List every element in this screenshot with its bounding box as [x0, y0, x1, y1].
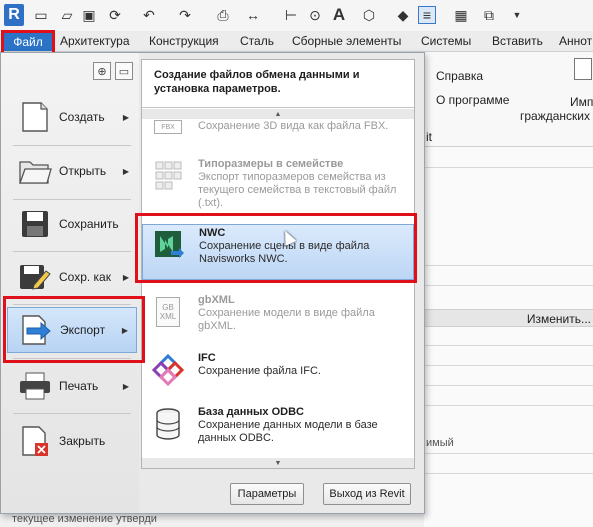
tab-structure[interactable]: Конструкция — [149, 34, 219, 48]
export-item-gbxml[interactable]: GB XML gbXML Сохранение модели в виде фай… — [142, 292, 414, 338]
open-folder-icon — [15, 155, 55, 187]
menu-item-save[interactable]: Сохранить — [7, 201, 137, 247]
tab-precast[interactable]: Сборные элементы — [292, 34, 401, 48]
pin-icon[interactable]: ⊙ — [306, 6, 324, 24]
quick-access-toolbar: R ▭ ▱ ▣ ⟳ ↶ ↷ ⎙ ↔ ⊢ ⊙ A ⬡ ◆ ≡ ▦ ⧉ ▼ — [0, 0, 593, 31]
save-icon — [15, 208, 55, 240]
import-label[interactable]: Имп — [570, 95, 593, 109]
tab-annotate[interactable]: Аннот — [559, 34, 592, 48]
export-item-nwc[interactable]: NWC Сохранение сцены в виде файла Naviswo… — [142, 224, 414, 280]
close-windows-icon[interactable]: ▦ — [452, 6, 470, 24]
recent-documents-icon[interactable]: ⊕ — [93, 62, 111, 80]
database-icon — [146, 406, 190, 442]
exit-revit-button[interactable]: Выход из Revit — [323, 483, 411, 505]
menu-item-print[interactable]: Печать ▶ — [7, 363, 137, 409]
print-icon[interactable]: ⎙ — [214, 6, 232, 24]
menu-item-open[interactable]: Открыть ▶ — [7, 148, 137, 194]
help-button[interactable]: Справка — [436, 69, 483, 83]
sync-icon[interactable]: ⟳ — [106, 6, 124, 24]
dropdown-icon[interactable]: ▼ — [508, 6, 526, 24]
tab-systems[interactable]: Системы — [421, 34, 471, 48]
family-types-icon — [146, 158, 190, 194]
civil-label: гражданских — [520, 109, 591, 123]
revit-logo[interactable]: R — [4, 4, 24, 26]
import-icon — [574, 58, 592, 80]
file-icon[interactable]: ▭ — [32, 6, 50, 24]
scroll-down-button[interactable]: ▼ — [142, 458, 414, 468]
menu-left-column: ⊕ ▭ Создать ▶ Открыть ▶ Сохранить Сохр. … — [1, 53, 139, 513]
chevron-right-icon: ▶ — [122, 272, 129, 282]
new-file-icon — [15, 101, 55, 133]
gbxml-icon: GB XML — [146, 294, 190, 330]
tab-steel[interactable]: Сталь — [240, 34, 274, 48]
text-icon[interactable]: A — [330, 5, 348, 24]
tab-insert[interactable]: Вставить — [492, 34, 543, 48]
export-item-ifc[interactable]: IFC Сохранение файла IFC. — [142, 350, 414, 390]
submenu-header: Создание файлов обмена данными и установ… — [142, 60, 414, 108]
properties-panel: Изменить... имый — [424, 147, 593, 527]
menu-item-close[interactable]: Закрыть — [7, 418, 137, 464]
ribbon-tabs: Архитектура Конструкция Сталь Сборные эл… — [0, 31, 593, 52]
export-item-family-types[interactable]: Типоразмеры в семействе Экспорт типоразме… — [142, 156, 414, 214]
tag-icon[interactable]: ◆ — [394, 6, 412, 24]
chevron-right-icon: ▶ — [121, 325, 128, 335]
chevron-right-icon: ▶ — [122, 166, 129, 176]
about-button[interactable]: О программе — [436, 93, 509, 107]
printer-icon — [15, 370, 55, 402]
dimension-icon[interactable]: ⊢ — [282, 6, 300, 24]
fbx-icon: FBX — [146, 118, 190, 136]
ifc-icon — [146, 352, 190, 388]
application-menu: ⊕ ▭ Создать ▶ Открыть ▶ Сохранить Сохр. … — [0, 52, 425, 514]
options-button[interactable]: Параметры — [230, 483, 304, 505]
save-as-icon — [15, 261, 55, 293]
chevron-right-icon: ▶ — [122, 381, 129, 391]
switch-windows-icon[interactable]: ⧉ — [480, 6, 498, 24]
menu-item-save-as[interactable]: Сохр. как ▶ — [7, 254, 137, 300]
export-icon — [16, 314, 56, 346]
thin-lines-icon[interactable]: ≡ — [418, 6, 436, 24]
menu-item-new[interactable]: Создать ▶ — [7, 94, 137, 140]
3d-view-icon[interactable]: ⬡ — [360, 6, 378, 24]
properties-edit-row: Изменить... — [424, 309, 593, 327]
chevron-right-icon: ▶ — [122, 112, 129, 122]
property-value: имый — [426, 437, 454, 449]
export-item-odbc[interactable]: База данных ODBC Сохранение данных модели… — [142, 404, 414, 452]
undo-icon[interactable]: ↶ — [140, 6, 158, 24]
edit-type-button[interactable]: Изменить... — [527, 312, 591, 326]
measure-icon[interactable]: ↔ — [244, 6, 262, 24]
ribbon-fragment: it — [426, 130, 432, 144]
menu-item-export[interactable]: Экспорт ▶ — [7, 307, 137, 353]
tab-architecture[interactable]: Архитектура — [60, 34, 130, 48]
export-item-fbx[interactable]: FBX Сохранение 3D вида как файла FBX. — [142, 118, 414, 138]
open-documents-icon[interactable]: ▭ — [115, 62, 133, 80]
open-icon[interactable]: ▱ — [58, 6, 76, 24]
export-submenu: Создание файлов обмена данными и установ… — [141, 59, 415, 469]
status-text: текущее изменение утверди — [12, 513, 157, 525]
tab-file[interactable]: Файл — [4, 32, 52, 51]
save-icon[interactable]: ▣ — [80, 6, 98, 24]
navisworks-icon — [147, 227, 191, 263]
close-file-icon — [15, 425, 55, 457]
redo-icon[interactable]: ↷ — [176, 6, 194, 24]
